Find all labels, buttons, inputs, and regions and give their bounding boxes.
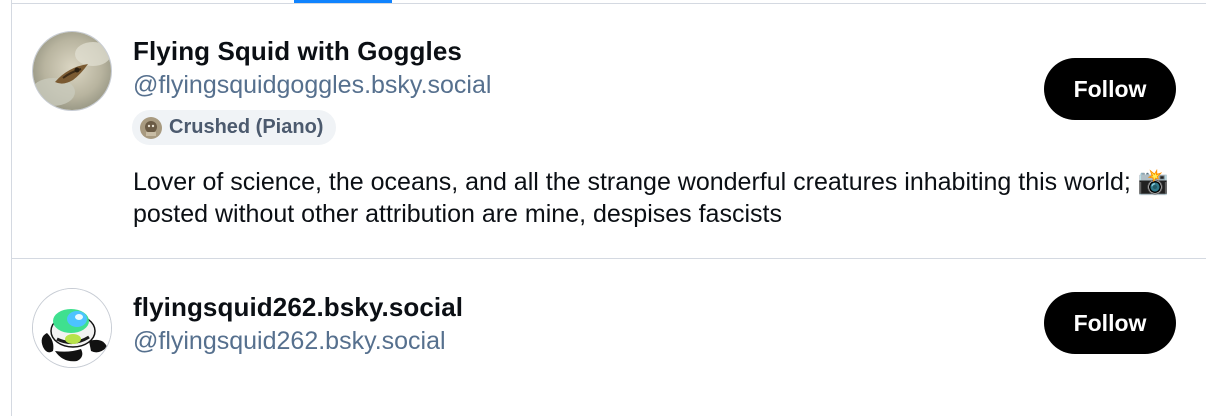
badge-label: Crushed (Piano) — [169, 116, 324, 138]
row-divider — [12, 258, 1206, 259]
avatar[interactable] — [32, 31, 112, 111]
cartoon-squid-icon — [33, 289, 111, 367]
bio-text: Lover of science, the oceans, and all th… — [133, 168, 1138, 196]
follow-button[interactable]: Follow — [1044, 292, 1176, 354]
display-name[interactable]: Flying Squid with Goggles — [133, 36, 462, 67]
album-art-icon — [140, 116, 162, 139]
handle: @flyingsquid262.bsky.social — [133, 327, 446, 355]
bio-text: posted without other attribution are min… — [133, 200, 782, 228]
active-tab-indicator — [294, 0, 392, 3]
profile-list: Flying Squid with Goggles @flyingsquidgo… — [11, 0, 1206, 416]
display-name[interactable]: flyingsquid262.bsky.social — [133, 292, 463, 323]
camera-flash-emoji: 📸 — [1137, 167, 1169, 196]
follow-button[interactable]: Follow — [1044, 58, 1176, 120]
profile-bio: Lover of science, the oceans, and all th… — [133, 166, 1193, 230]
handle: @flyingsquidgoggles.bsky.social — [133, 71, 492, 99]
squid-photo-icon — [33, 32, 111, 110]
top-divider — [12, 3, 1206, 4]
song-badge[interactable]: Crushed (Piano) — [132, 110, 337, 145]
avatar[interactable] — [32, 288, 112, 368]
